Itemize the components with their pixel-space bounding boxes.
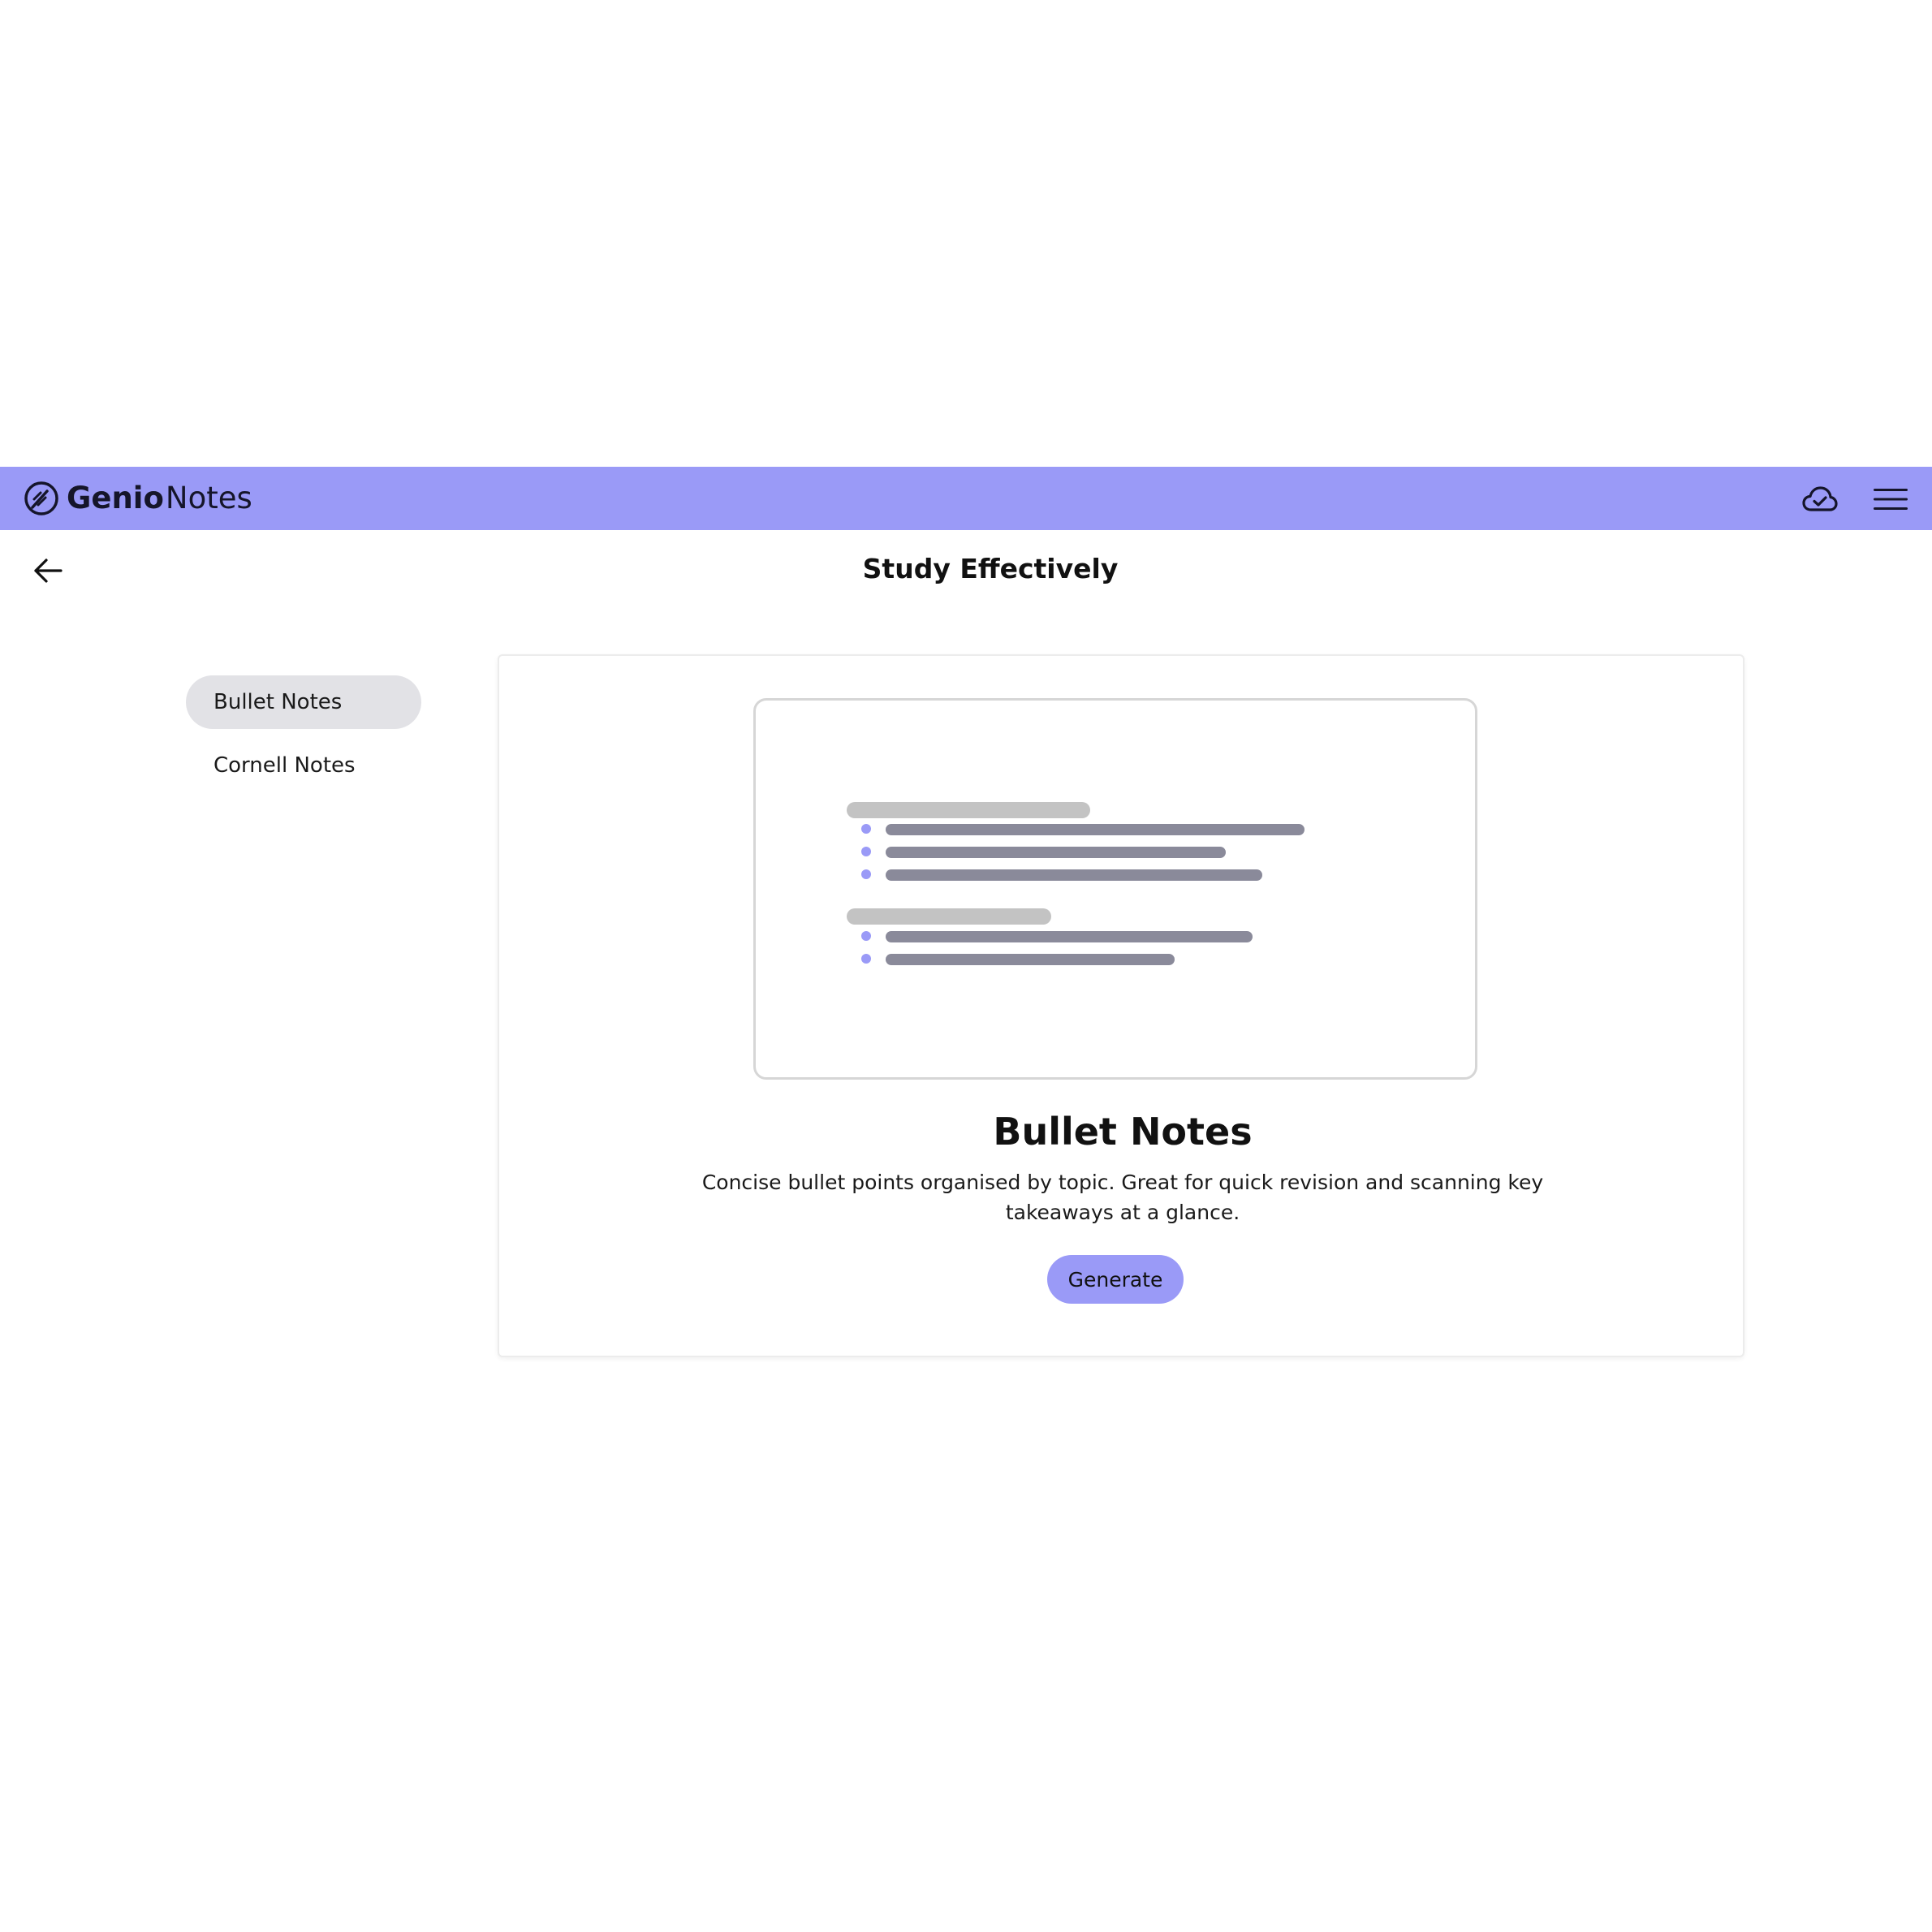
sidebar-item-cornell-notes[interactable]: Cornell Notes <box>186 739 421 792</box>
preview-text-line <box>886 869 1262 881</box>
app-bar: GenioNotes <box>0 467 1932 530</box>
cloud-check-icon <box>1802 486 1838 511</box>
preview-bullet <box>861 931 871 941</box>
preview-heading-line <box>847 802 1090 818</box>
note-type-card: Bullet Notes Concise bullet points organ… <box>498 654 1744 1357</box>
page: GenioNotes Study Effectively Bullet Note… <box>0 0 1932 1932</box>
note-type-sidebar: Bullet Notes Cornell Notes <box>186 675 421 792</box>
note-type-title: Bullet Notes <box>993 1110 1253 1154</box>
preview-bullet <box>861 847 871 856</box>
sync-button[interactable] <box>1801 481 1839 518</box>
preview-text-line <box>886 931 1253 942</box>
brand-name-light: Notes <box>165 481 252 515</box>
preview-bullet <box>861 824 871 834</box>
preview-text-line <box>886 824 1305 835</box>
hamburger-menu-icon <box>1874 489 1908 510</box>
brand-name: GenioNotes <box>67 480 252 517</box>
note-type-description: Concise bullet points organised by topic… <box>701 1171 1544 1224</box>
brand-logo[interactable]: GenioNotes <box>23 480 252 517</box>
preview-bullet <box>861 954 871 964</box>
preview-text-line <box>886 954 1175 965</box>
generate-button[interactable]: Generate <box>1047 1255 1184 1304</box>
page-title: Study Effectively <box>862 553 1119 584</box>
preview-bullet <box>861 869 871 879</box>
arrow-left-icon <box>34 558 63 583</box>
back-button[interactable] <box>29 552 67 589</box>
bullet-notes-preview <box>753 698 1477 1080</box>
preview-text-line <box>886 847 1226 858</box>
preview-heading-line <box>847 908 1051 925</box>
genio-logo-icon <box>24 481 58 515</box>
bullet-notes-illustration <box>847 802 1305 965</box>
brand-name-bold: Genio <box>67 481 164 515</box>
menu-button[interactable] <box>1872 481 1909 518</box>
sidebar-item-bullet-notes[interactable]: Bullet Notes <box>186 675 421 729</box>
